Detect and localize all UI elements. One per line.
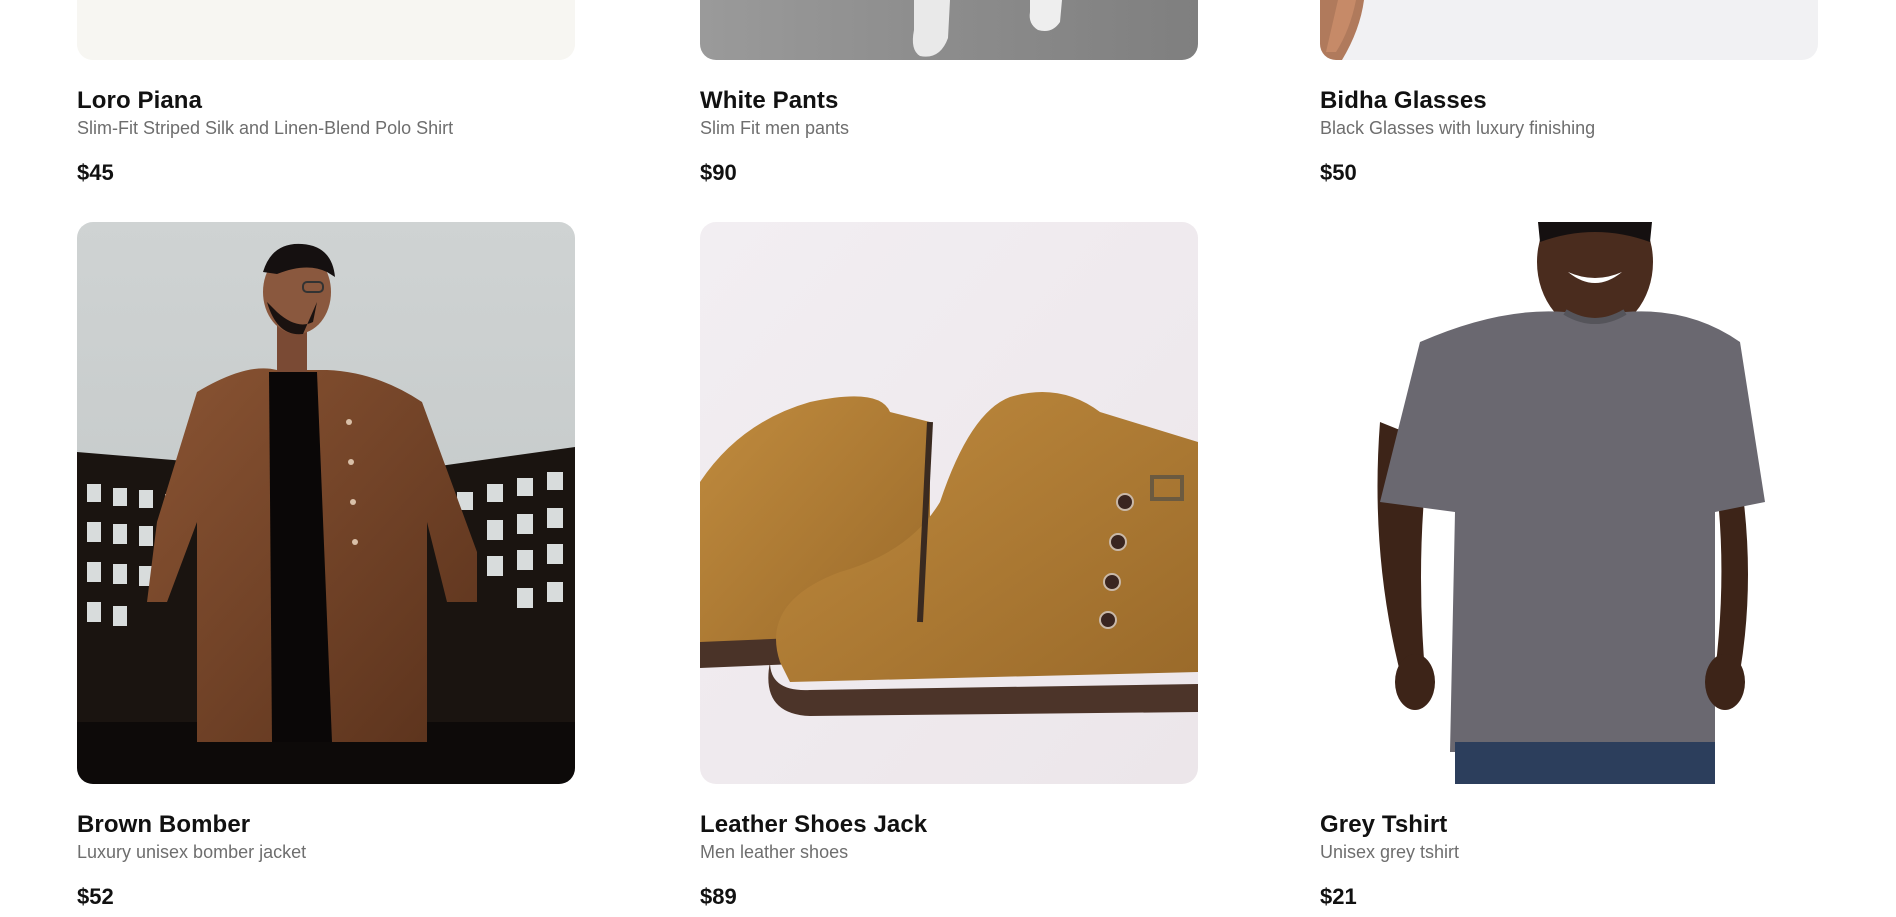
- product-card-grey-tshirt[interactable]: Grey Tshirt Unisex grey tshirt $21: [1320, 222, 1818, 910]
- polo-shirt-photo: [77, 0, 575, 60]
- product-image[interactable]: [700, 0, 1198, 60]
- product-description: Slim Fit men pants: [700, 118, 850, 138]
- product-name[interactable]: Leather Shoes Jack: [700, 811, 1198, 839]
- product-card-loro-piana[interactable]: Loro Piana Slim-Fit Striped Silk and Lin…: [77, 0, 575, 186]
- product-name[interactable]: Brown Bomber: [77, 811, 575, 839]
- product-name[interactable]: Bidha Glasses: [1320, 87, 1818, 115]
- grey-tshirt-photo: [1320, 222, 1818, 784]
- product-name[interactable]: White Pants: [700, 87, 1198, 115]
- product-image[interactable]: [77, 222, 575, 784]
- product-grid-page: Loro Piana Slim-Fit Striped Silk and Lin…: [0, 0, 1896, 917]
- product-name[interactable]: Loro Piana: [77, 87, 575, 115]
- product-description: Unisex grey tshirt: [1320, 842, 1460, 862]
- product-card-bidha-glasses[interactable]: Bidha Glasses Black Glasses with luxury …: [1320, 0, 1818, 186]
- product-image[interactable]: [1320, 0, 1818, 60]
- product-price: $90: [700, 160, 737, 185]
- product-price: $21: [1320, 884, 1357, 909]
- product-price: $50: [1320, 160, 1357, 185]
- product-grid: Loro Piana Slim-Fit Striped Silk and Lin…: [0, 0, 1896, 917]
- product-price: $89: [700, 884, 737, 909]
- product-description: Black Glasses with luxury finishing: [1320, 118, 1596, 138]
- product-price: $45: [77, 160, 114, 185]
- white-pants-photo: [700, 0, 1198, 60]
- product-card-leather-shoes-jack[interactable]: Leather Shoes Jack Men leather shoes $89: [700, 222, 1198, 910]
- glasses-photo: [1320, 0, 1818, 60]
- product-image[interactable]: [77, 0, 575, 60]
- product-card-white-pants[interactable]: White Pants Slim Fit men pants $90: [700, 0, 1198, 186]
- product-description: Men leather shoes: [700, 842, 849, 862]
- product-card-brown-bomber[interactable]: Brown Bomber Luxury unisex bomber jacket…: [77, 222, 575, 910]
- product-image[interactable]: [1320, 222, 1818, 784]
- leather-boots-photo: [700, 222, 1198, 784]
- product-price: $52: [77, 884, 114, 909]
- product-description: Luxury unisex bomber jacket: [77, 842, 307, 862]
- bomber-jacket-photo: [77, 222, 575, 784]
- product-image[interactable]: [700, 222, 1198, 784]
- product-name[interactable]: Grey Tshirt: [1320, 811, 1818, 839]
- product-description: Slim-Fit Striped Silk and Linen-Blend Po…: [77, 118, 454, 138]
